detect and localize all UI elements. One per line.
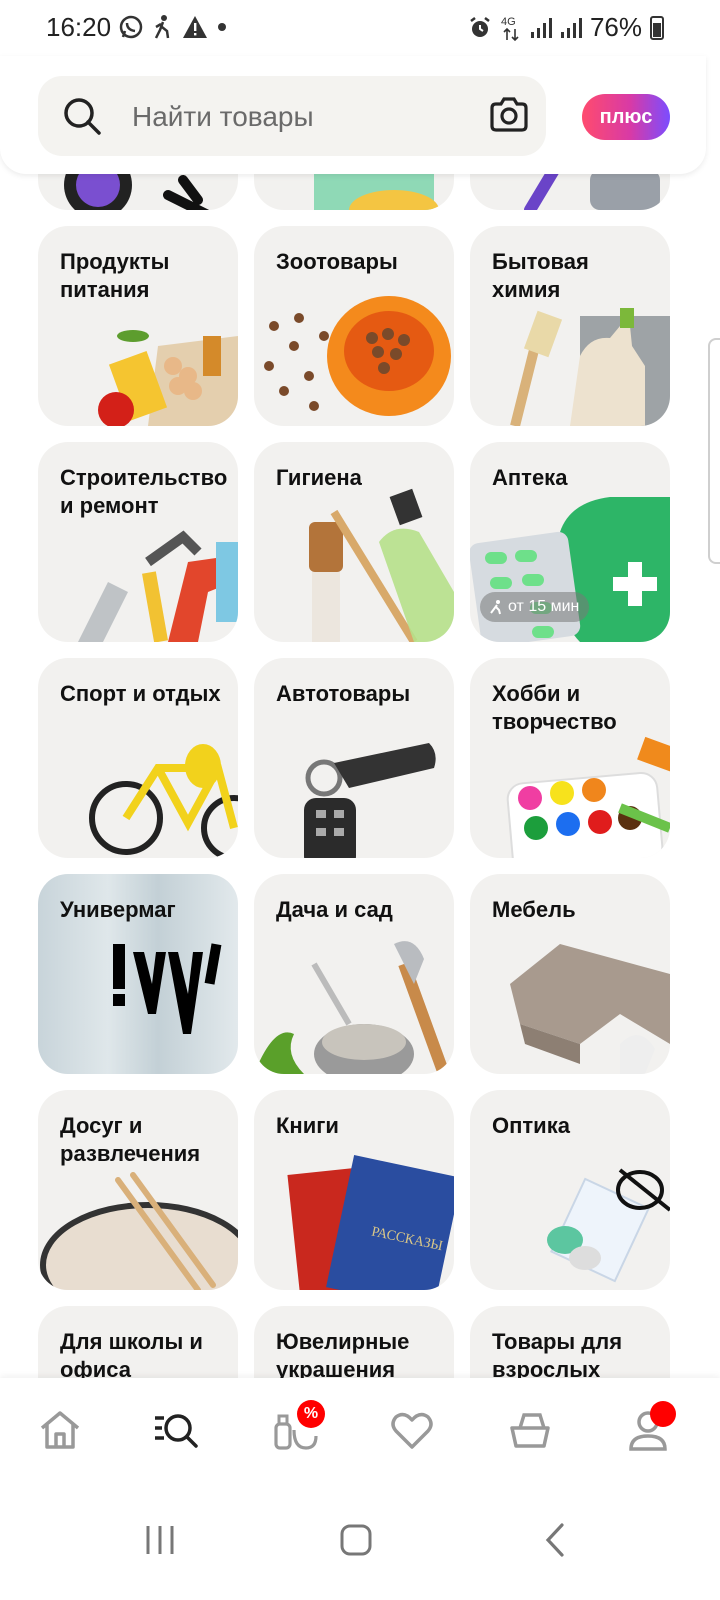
walking-icon	[154, 15, 170, 39]
header: плюс	[0, 56, 706, 174]
running-icon	[490, 600, 501, 615]
camera-icon[interactable]	[488, 94, 530, 136]
category-label: Гигиена	[276, 465, 362, 490]
category-card-construction[interactable]: Строительство и ремонт	[38, 442, 238, 642]
category-label: Дача и сад	[276, 897, 393, 922]
category-label: Автотовары	[276, 681, 411, 706]
discount-badge: %	[297, 1400, 325, 1428]
category-card-leisure[interactable]: Досуг и развлечения	[38, 1090, 238, 1290]
category-card-furniture[interactable]: Мебель	[470, 874, 670, 1074]
category-card-school[interactable]: Для школы и офиса	[38, 1306, 238, 1378]
network-4g-icon: 4G	[501, 16, 519, 41]
category-label: Книги	[276, 1113, 339, 1138]
search-box[interactable]	[38, 76, 546, 156]
category-card-adult[interactable]: Товары для взрослых	[470, 1306, 670, 1378]
category-label: Спорт и отдых	[60, 681, 221, 706]
favorites-icon[interactable]	[388, 1406, 436, 1454]
category-label: Товары для взрослых	[492, 1329, 623, 1378]
category-card-sport[interactable]: Спорт и отдых	[38, 658, 238, 858]
scroll-indicator[interactable]	[708, 338, 720, 564]
category-card-jewelry[interactable]: Ювелирные украшения	[254, 1306, 454, 1378]
category-label: Бытовая химия	[492, 249, 589, 302]
signal-icon	[530, 17, 552, 38]
category-card-hobby[interactable]: Хобби и творчество	[470, 658, 670, 858]
category-card-household-chem[interactable]: Бытовая химия	[470, 226, 670, 426]
dot-icon	[218, 23, 226, 31]
category-card-pharmacy[interactable]: Аптека от 15 мин	[470, 442, 670, 642]
home-icon[interactable]	[36, 1406, 84, 1454]
category-label: Строительство и ремонт	[60, 465, 228, 518]
alarm-icon	[470, 16, 490, 37]
notification-dot	[650, 1401, 676, 1427]
category-card-pets[interactable]: Зоотовары	[254, 226, 454, 426]
search-input[interactable]	[130, 98, 474, 136]
category-label: Хобби и творчество	[492, 681, 617, 734]
delivery-time-badge: от 15 мин	[480, 592, 590, 622]
category-label: Ювелирные украшения	[276, 1329, 410, 1378]
system-navigation-bar	[0, 1478, 720, 1600]
category-card-food[interactable]: Продукты питания	[38, 226, 238, 426]
whatsapp-icon	[119, 15, 143, 39]
warning-icon	[183, 16, 207, 38]
category-card-garden[interactable]: Дача и сад	[254, 874, 454, 1074]
home-button-icon[interactable]	[336, 1520, 376, 1560]
svg-text:4G: 4G	[501, 16, 516, 28]
category-label: Зоотовары	[276, 249, 398, 274]
recent-apps-icon[interactable]	[140, 1520, 180, 1560]
cart-icon[interactable]	[506, 1406, 554, 1454]
status-bar: 16:20 4G 76%	[0, 0, 720, 56]
catalog-icon[interactable]	[152, 1406, 200, 1454]
signal-icon-2	[560, 17, 582, 38]
plus-badge[interactable]: плюс	[582, 94, 670, 140]
category-card-auto[interactable]: Автотовары	[254, 658, 454, 858]
category-label: Досуг и развлечения	[60, 1113, 201, 1166]
category-label: Оптика	[492, 1113, 570, 1138]
category-label: Продукты питания	[60, 249, 170, 302]
category-label: Для школы и офиса	[60, 1329, 203, 1378]
category-card-optics[interactable]: Оптика	[470, 1090, 670, 1290]
battery-icon	[650, 15, 664, 40]
category-label: Универмаг	[60, 897, 176, 922]
back-icon[interactable]	[536, 1520, 576, 1560]
search-icon	[64, 98, 101, 135]
status-time: 16:20	[46, 12, 112, 42]
category-grid: Продукты питания Зоотовары Бытовая химия…	[0, 160, 706, 1378]
category-card-hygiene[interactable]: Гигиена	[254, 442, 454, 642]
category-card-univermag[interactable]: Универмаг	[38, 874, 238, 1074]
category-card-books[interactable]: Книги РАССКАЗЫ	[254, 1090, 454, 1290]
category-label: Аптека	[492, 465, 568, 490]
bottom-nav	[0, 1378, 720, 1478]
category-label: Мебель	[492, 897, 576, 922]
battery-percent: 76%	[589, 12, 642, 42]
